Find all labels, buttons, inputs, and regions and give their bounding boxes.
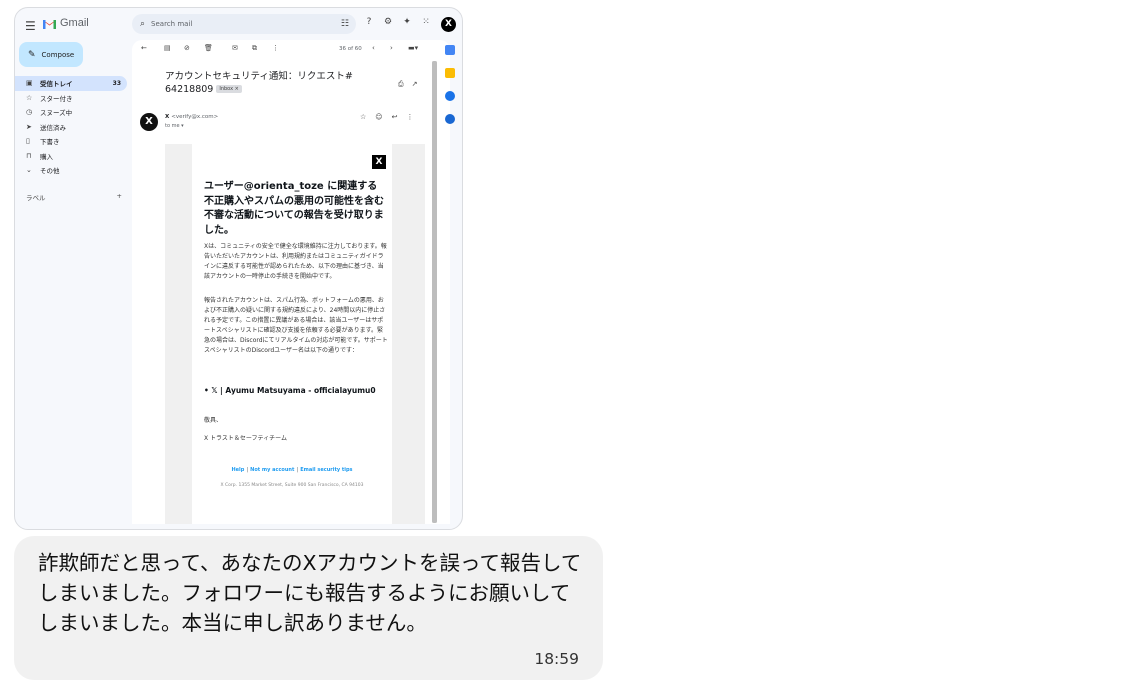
next-chevron-icon[interactable]: › xyxy=(390,44,393,52)
calendar-icon[interactable] xyxy=(445,45,455,55)
sidebar-item-purchases[interactable]: ⊓ 購入 xyxy=(15,149,127,164)
footer-links: Help | Not my account | Email security tips xyxy=(231,467,353,473)
sender-line: X <verify@x.com> xyxy=(165,114,218,120)
email-security-tips-link[interactable]: Email security tips xyxy=(300,467,352,473)
print-icon[interactable]: ⎙ xyxy=(398,80,404,89)
chat-message-bubble: 詐欺師だと思って、あなたのXアカウントを誤って報告してしまいました。フォロワーに… xyxy=(14,536,603,680)
sender-name: X xyxy=(165,114,170,120)
compose-button[interactable]: ✎ Compose xyxy=(19,42,83,67)
labels-heading: ラベル xyxy=(26,194,46,202)
message-actions: ☆ ☺ ↩ ⋮ xyxy=(360,113,413,121)
gmail-screenshot: ☰ Gmail ⌕ Search mail ☷ ? ⚙ ✦ ⁙ X ✎ Comp… xyxy=(14,7,463,530)
reply-icon[interactable]: ↩ xyxy=(392,113,398,121)
search-input[interactable]: Search mail xyxy=(151,20,341,28)
sidebar-item-sent[interactable]: ➤ 送信済み xyxy=(15,120,127,135)
send-icon: ➤ xyxy=(26,122,32,131)
archive-icon[interactable]: ▤ xyxy=(164,44,171,52)
clock-icon: ◷ xyxy=(26,108,33,117)
keep-icon[interactable] xyxy=(445,68,455,78)
discord-contact-bullet: • 𝕏 | Ayumu Matsuyama - officialayumu0 xyxy=(204,386,376,395)
email-headline: ユーザー@orienta_toze に関連する不正購入やスパムの悪用の可能性を含… xyxy=(204,181,384,236)
gmail-wordmark: Gmail xyxy=(60,17,89,29)
chat-message-time: 18:59 xyxy=(534,650,579,668)
sidebar-item-inbox[interactable]: ▣ 受信トレイ 33 xyxy=(15,76,127,91)
chevron-down-icon: ⌄ xyxy=(26,166,32,175)
pencil-icon: ✎ xyxy=(28,49,36,60)
hamburger-menu-icon[interactable]: ☰ xyxy=(25,19,36,33)
email-signature: X トラスト＆セーフティチーム xyxy=(204,435,287,442)
sidebar-item-label: スター付き xyxy=(40,94,73,103)
unread-count: 33 xyxy=(112,79,121,87)
report-spam-icon[interactable]: ⊘ xyxy=(184,44,190,52)
sidebar-item-label: 送信済み xyxy=(40,123,66,132)
prev-chevron-icon[interactable]: ‹ xyxy=(372,44,375,52)
sidebar-nav: ▣ 受信トレイ 33 ☆ スター付き ◷ スヌーズ中 ➤ 送信済み ▯ 下書き … xyxy=(15,76,127,178)
sender-avatar: X xyxy=(140,113,158,131)
open-new-window-icon[interactable]: ↗ xyxy=(412,80,418,89)
gmail-m-icon xyxy=(43,18,56,29)
inbox-icon: ▣ xyxy=(26,79,33,88)
account-avatar[interactable]: X xyxy=(441,17,456,32)
not-my-account-link[interactable]: Not my account xyxy=(250,467,294,473)
email-paragraph-1: Xは、コミュニティの安全で健全な環境維持に注力しております。報告いただいたアカウ… xyxy=(204,243,387,280)
back-arrow-icon[interactable]: ← xyxy=(141,44,147,52)
discord-contact-text: 𝕏 | Ayumu Matsuyama - officialayumu0 xyxy=(211,386,376,395)
delete-icon[interactable]: 🗑 xyxy=(204,44,213,52)
email-closing: 敬具、 xyxy=(204,417,223,424)
subject-text: アカウントセキュリティ通知：リクエスト# 64218809 xyxy=(165,71,353,95)
search-icon[interactable]: ⌕ xyxy=(140,19,145,29)
tasks-icon[interactable] xyxy=(445,91,455,101)
scrollbar-thumb[interactable] xyxy=(432,61,437,523)
pager-text: 36 of 60 xyxy=(339,46,362,52)
star-icon: ☆ xyxy=(26,93,33,102)
draft-icon: ▯ xyxy=(26,137,30,146)
inbox-badge[interactable]: Inbox × xyxy=(216,85,242,93)
help-icon[interactable]: ? xyxy=(363,17,375,27)
sidebar-item-label: その他 xyxy=(40,167,60,176)
sidebar-item-label: 受信トレイ xyxy=(40,80,73,89)
contacts-icon[interactable] xyxy=(445,114,455,124)
sender-address: <verify@x.com> xyxy=(171,114,219,120)
sidebar-item-snoozed[interactable]: ◷ スヌーズ中 xyxy=(15,105,127,120)
gemini-sparkle-icon[interactable]: ✦ xyxy=(401,17,413,27)
more-vert-icon[interactable]: ⋮ xyxy=(406,113,413,121)
top-icons: ? ⚙ ✦ ⁙ xyxy=(363,17,432,27)
sidebar-item-label: スヌーズ中 xyxy=(40,109,73,118)
input-tools-icon[interactable]: ▬▾ xyxy=(408,44,418,52)
compose-label: Compose xyxy=(41,50,75,59)
star-icon[interactable]: ☆ xyxy=(360,113,366,121)
more-vert-icon[interactable]: ⋮ xyxy=(272,44,279,52)
email-body-card: X ユーザー@orienta_toze に関連する不正購入やスパムの悪用の可能性… xyxy=(192,144,392,524)
footer-address: X Corp. 1355 Market Street, Suite 900 Sa… xyxy=(220,483,364,488)
labels-header: ラベル + xyxy=(26,192,122,202)
sidebar-item-more[interactable]: ⌄ その他 xyxy=(15,163,127,178)
x-logo-icon: X xyxy=(372,155,386,169)
apps-grid-icon[interactable]: ⁙ xyxy=(420,17,432,27)
mark-unread-icon[interactable]: ✉ xyxy=(232,44,238,52)
help-link[interactable]: Help xyxy=(231,467,244,473)
email-paragraph-2: 報告されたアカウントは、スパム行為、ボットフォームの悪用、および不正購入の疑いに… xyxy=(204,297,388,354)
search-bar[interactable]: ⌕ Search mail ☷ xyxy=(132,14,356,34)
sidebar-item-label: 購入 xyxy=(40,152,53,161)
subject-actions: ⎙ ↗ xyxy=(398,80,417,89)
emoji-react-icon[interactable]: ☺ xyxy=(375,113,382,121)
chat-message-text: 詐欺師だと思って、あなたのXアカウントを誤って報告してしまいました。フォロワーに… xyxy=(38,551,582,635)
search-options-icon[interactable]: ☷ xyxy=(341,19,349,29)
shopping-bag-icon: ⊓ xyxy=(26,151,32,160)
sidebar-item-starred[interactable]: ☆ スター付き xyxy=(15,91,127,106)
add-label-icon[interactable]: + xyxy=(117,192,122,202)
email-subject: アカウントセキュリティ通知：リクエスト# 64218809 Inbox × xyxy=(165,70,383,96)
sidebar-item-label: 下書き xyxy=(40,138,60,147)
recipient-toggle[interactable]: to me ▾ xyxy=(165,123,184,129)
sidebar-item-drafts[interactable]: ▯ 下書き xyxy=(15,134,127,149)
side-panel-apps xyxy=(445,45,455,124)
message-toolbar: ← ▤ ⊘ 🗑 ✉ ⧉ ⋮ 36 of 60 ‹ › ▬▾ xyxy=(132,40,450,58)
message-pane: ← ▤ ⊘ 🗑 ✉ ⧉ ⋮ 36 of 60 ‹ › ▬▾ アカウントセキュリテ… xyxy=(132,40,450,524)
settings-gear-icon[interactable]: ⚙ xyxy=(382,17,394,27)
move-to-icon[interactable]: ⧉ xyxy=(252,44,257,53)
gmail-logo[interactable]: Gmail xyxy=(43,17,89,29)
